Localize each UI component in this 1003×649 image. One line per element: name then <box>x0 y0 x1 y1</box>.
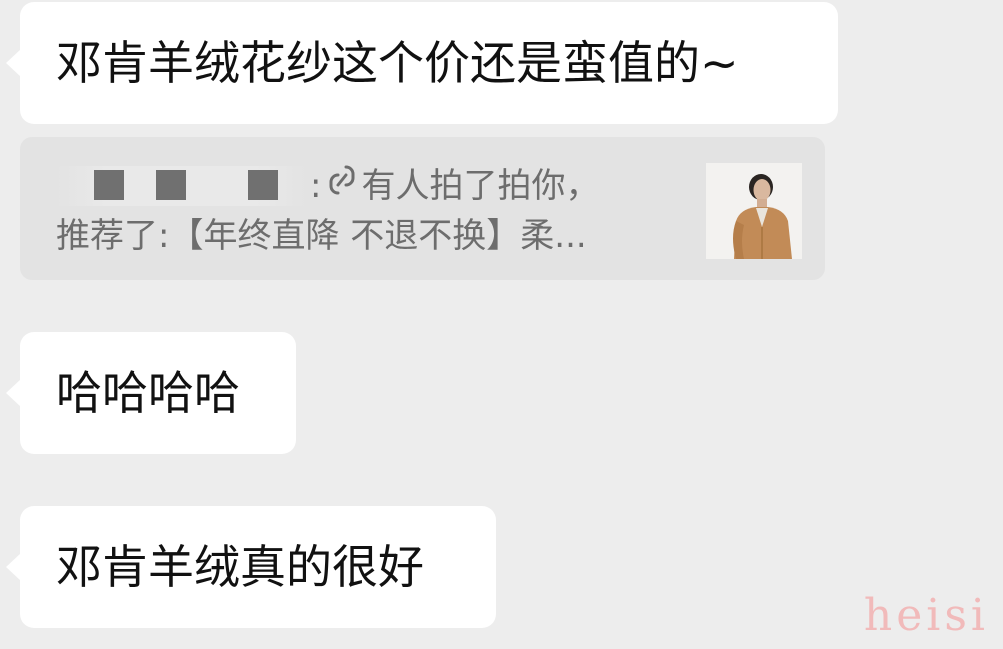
pat-card-text: : 有人拍了拍你， 推荐了:【年终直降 不退不换】柔... <box>56 161 706 261</box>
message-text: 哈哈哈哈 <box>56 366 240 420</box>
pat-recommendation-card[interactable]: : 有人拍了拍你， 推荐了:【年终直降 不退不换】柔... <box>20 137 825 280</box>
colon: : <box>310 166 322 206</box>
recommend-text: 推荐了:【年终直降 不退不换】柔... <box>56 216 587 256</box>
product-thumbnail[interactable] <box>706 163 802 259</box>
message-bubble[interactable]: 哈哈哈哈 <box>20 332 296 454</box>
redacted-username <box>56 166 306 206</box>
pat-line: : 有人拍了拍你， <box>56 161 706 211</box>
message-text: 邓肯羊绒花纱这个价还是蛮值的~ <box>56 36 739 90</box>
link-icon <box>327 161 357 211</box>
chat-window: 邓肯羊绒花纱这个价还是蛮值的~ : 有人拍了拍你， 推荐了:【年终直降 不退不换… <box>0 0 1003 649</box>
watermark: heisi <box>863 590 989 641</box>
message-text: 邓肯羊绒真的很好 <box>56 540 424 594</box>
message-bubble[interactable]: 邓肯羊绒真的很好 <box>20 506 496 628</box>
message-bubble[interactable]: 邓肯羊绒花纱这个价还是蛮值的~ <box>20 2 838 124</box>
pat-text: 有人拍了拍你， <box>361 166 600 206</box>
